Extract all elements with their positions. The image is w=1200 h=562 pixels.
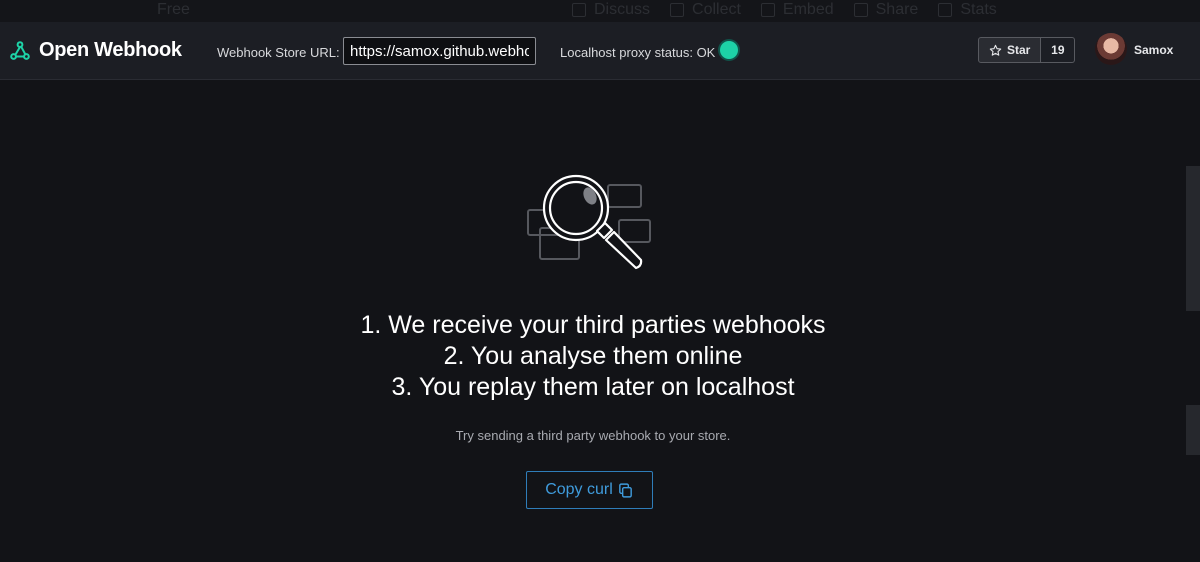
background-toolbar: Free Discuss Collect Embed Share Stats <box>0 0 1200 22</box>
background-item-discuss: Discuss <box>572 0 650 20</box>
step-2: 2. You analyse them online <box>443 342 743 370</box>
background-item-collect: Collect <box>670 0 741 20</box>
copy-icon <box>618 482 632 498</box>
scrollbar-track-segment <box>1186 405 1200 455</box>
github-star-count[interactable]: 19 <box>1041 37 1076 63</box>
github-star-label: Star <box>1007 43 1031 57</box>
hint-text: Try sending a third party webhook to you… <box>455 428 731 443</box>
copy-curl-label: Copy curl <box>545 481 613 498</box>
background-toolbar-items: Discuss Collect Embed Share Stats <box>572 0 997 20</box>
brand[interactable]: Open Webhook <box>9 39 182 62</box>
share-icon <box>853 3 868 17</box>
store-url-input[interactable] <box>343 37 536 65</box>
bookmark-icon <box>670 3 685 17</box>
star-icon <box>989 44 1002 56</box>
document-icon <box>760 3 775 17</box>
background-item-stats: Stats <box>938 0 997 20</box>
copy-curl-button[interactable]: Copy curl <box>526 471 653 509</box>
user-name[interactable]: Samox <box>1134 43 1173 57</box>
github-star-group: Star 19 <box>978 37 1076 63</box>
github-star-button[interactable]: Star <box>978 37 1042 63</box>
bar-chart-icon <box>938 3 953 17</box>
webhook-logo-icon <box>10 40 30 60</box>
steps-list: 1. We receive your third parties webhook… <box>0 310 1186 403</box>
avatar[interactable] <box>1095 33 1127 65</box>
background-item-embed: Embed <box>760 0 834 20</box>
background-item-share: Share <box>853 0 918 20</box>
proxy-status-indicator <box>720 41 738 59</box>
background-free-label: Free <box>157 1 190 18</box>
step-1: 1. We receive your third parties webhook… <box>360 311 826 339</box>
chat-icon <box>572 3 586 17</box>
magnifier-over-cards-icon <box>527 174 651 270</box>
scrollbar-thumb[interactable] <box>1186 166 1200 311</box>
navbar: Open Webhook Webhook Store URL: Localhos… <box>0 22 1200 80</box>
brand-name: Open Webhook <box>39 39 182 61</box>
step-3: 3. You replay them later on localhost <box>391 373 795 401</box>
proxy-status-label: Localhost proxy status: OK <box>560 45 716 60</box>
store-url-label: Webhook Store URL: <box>217 45 340 60</box>
